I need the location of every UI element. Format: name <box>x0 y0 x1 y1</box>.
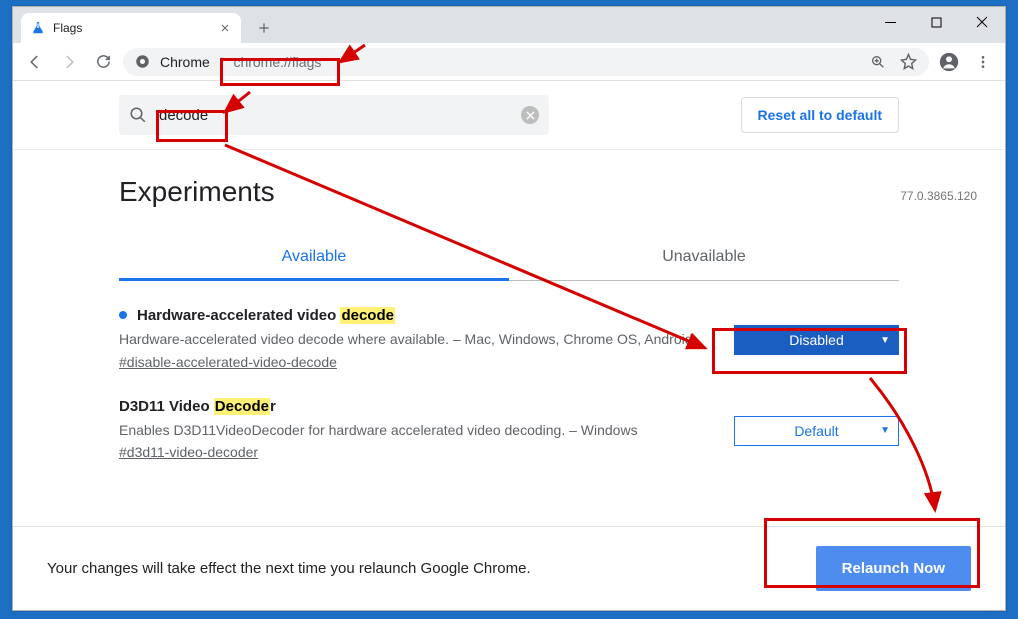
relaunch-bar: Your changes will take effect the next t… <box>13 526 1005 610</box>
toolbar: Chrome | chrome://flags <box>13 43 1005 81</box>
flag-select[interactable]: Default ▼ <box>734 416 899 446</box>
star-icon[interactable] <box>900 53 917 70</box>
browser-window: Flags Chrome | chrome://flags <box>12 6 1006 611</box>
chrome-icon <box>135 54 150 69</box>
forward-button[interactable] <box>55 48 83 76</box>
chevron-down-icon: ▼ <box>880 425 890 436</box>
flag-select[interactable]: Disabled ▼ <box>734 325 899 355</box>
flag-title: Hardware-accelerated video decode <box>119 307 714 324</box>
maximize-button[interactable] <box>913 7 959 37</box>
tab-strip: Flags <box>13 7 1005 43</box>
close-window-button[interactable] <box>959 7 1005 37</box>
search-box[interactable] <box>119 95 549 135</box>
search-input[interactable] <box>157 106 511 125</box>
profile-button[interactable] <box>935 48 963 76</box>
search-icon <box>129 106 147 124</box>
browser-tab[interactable]: Flags <box>21 13 241 43</box>
tab-unavailable[interactable]: Unavailable <box>509 236 899 280</box>
flag-select-value: Disabled <box>789 332 843 348</box>
flag-description: Hardware-accelerated video decode where … <box>119 330 714 350</box>
clear-search-icon[interactable] <box>521 106 539 124</box>
omnibox-url: chrome://flags <box>233 54 321 70</box>
version-label: 77.0.3865.120 <box>900 189 977 203</box>
zoom-icon[interactable] <box>870 54 886 70</box>
flag-anchor-link[interactable]: #d3d11-video-decoder <box>119 444 258 460</box>
modified-dot-icon <box>119 311 127 319</box>
flag-row: D3D11 Video Decoder Enables D3D11VideoDe… <box>119 372 899 463</box>
menu-button[interactable] <box>969 48 997 76</box>
reset-all-button[interactable]: Reset all to default <box>741 97 899 133</box>
window-controls <box>867 7 1005 37</box>
relaunch-message: Your changes will take effect the next t… <box>47 560 531 577</box>
reload-button[interactable] <box>89 48 117 76</box>
flag-anchor-link[interactable]: #disable-accelerated-video-decode <box>119 354 337 370</box>
new-tab-button[interactable] <box>251 15 277 41</box>
tab-available[interactable]: Available <box>119 236 509 281</box>
close-tab-icon[interactable] <box>219 22 231 34</box>
tabs: Available Unavailable <box>119 236 899 281</box>
flag-description: Enables D3D11VideoDecoder for hardware a… <box>119 421 714 441</box>
flask-icon <box>31 21 45 35</box>
tab-title: Flags <box>53 21 82 35</box>
relaunch-button[interactable]: Relaunch Now <box>816 546 971 591</box>
flag-select-value: Default <box>794 423 838 439</box>
chevron-down-icon: ▼ <box>880 335 890 346</box>
omnibox-label: Chrome <box>160 54 210 70</box>
page-content: Reset all to default Experiments Availab… <box>13 81 1005 526</box>
minimize-button[interactable] <box>867 7 913 37</box>
omnibox[interactable]: Chrome | chrome://flags <box>123 48 929 76</box>
back-button[interactable] <box>21 48 49 76</box>
page-title: Experiments <box>119 176 899 208</box>
flag-title: D3D11 Video Decoder <box>119 398 714 415</box>
flag-row: Hardware-accelerated video decode Hardwa… <box>119 281 899 372</box>
